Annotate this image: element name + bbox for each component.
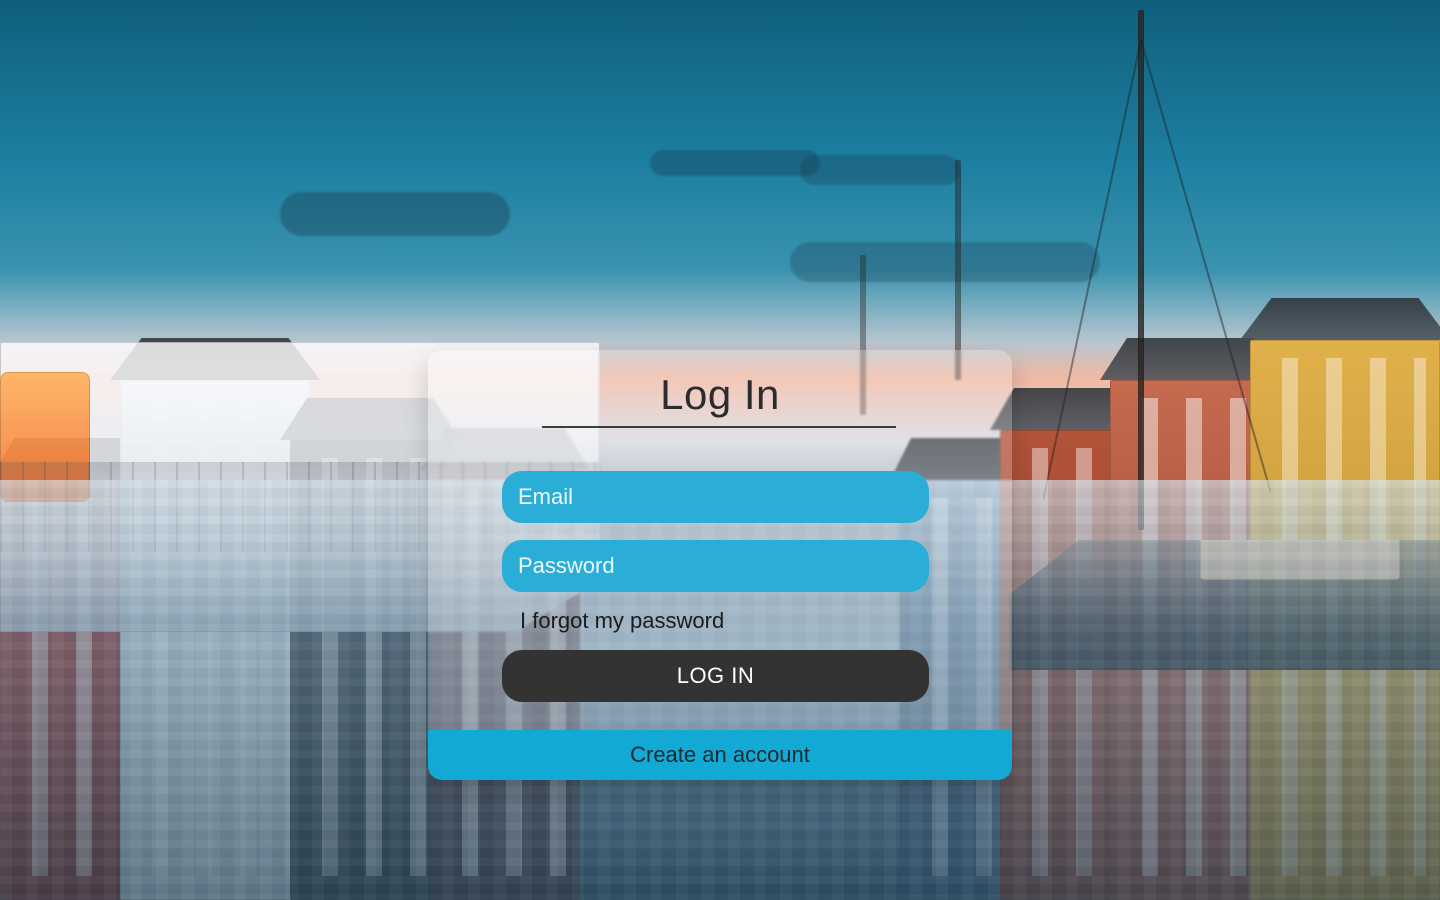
boat-mast [955, 160, 961, 380]
login-form: Log In I forgot my password LOG IN [428, 350, 1012, 730]
login-button[interactable]: LOG IN [502, 650, 929, 702]
building-roof [1240, 298, 1440, 340]
create-account-bar[interactable]: Create an account [428, 730, 1012, 780]
background-cloud [650, 150, 820, 176]
email-field[interactable] [502, 471, 929, 523]
boat-mast [1138, 10, 1144, 530]
create-account-link[interactable]: Create an account [630, 742, 810, 768]
forgot-password-link[interactable]: I forgot my password [520, 608, 724, 634]
password-field[interactable] [502, 540, 929, 592]
login-card: Log In I forgot my password LOG IN Creat… [428, 350, 1012, 780]
title-underline [542, 426, 896, 428]
login-title: Log In [660, 371, 780, 418]
